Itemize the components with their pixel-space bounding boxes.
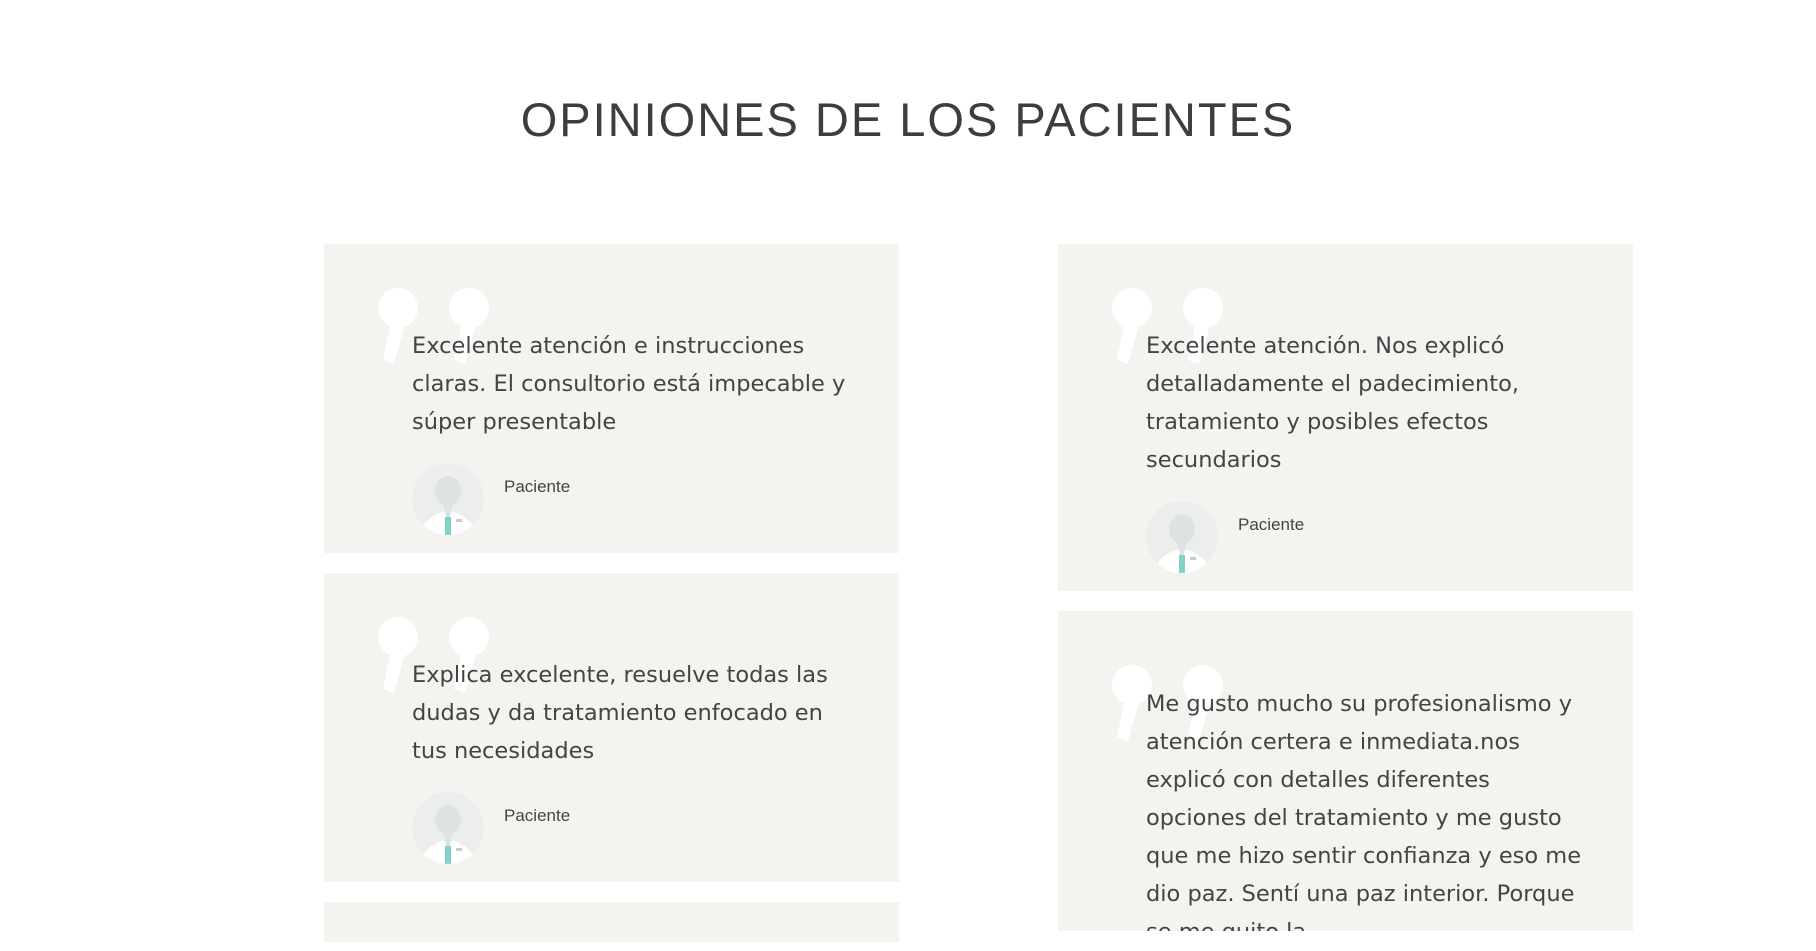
testimonial-card: Excelente atención e instrucciones clara… — [324, 244, 899, 553]
testimonial-card: Excelente atención. Nos explicó detallad… — [1058, 244, 1633, 591]
testimonial-author-name: Paciente — [504, 477, 571, 496]
testimonial-author: Paciente — [412, 463, 851, 535]
testimonials-column-left: Excelente atención e instrucciones clara… — [324, 244, 899, 942]
testimonial-text: Excelente atención e instrucciones clara… — [412, 333, 846, 435]
testimonial-text: Excelente atención. Nos explicó detallad… — [1146, 333, 1520, 473]
doctor-avatar — [1146, 501, 1218, 573]
testimonial-author-name: Paciente — [1238, 515, 1305, 534]
testimonial-card: Explica excelente, resuelve todas las du… — [324, 573, 899, 882]
testimonials-column-right: Excelente atención. Nos explicó detallad… — [1058, 244, 1633, 951]
testimonial-author-name: Paciente — [504, 806, 571, 825]
section-title: OPINIONES DE LOS PACIENTES — [520, 93, 1296, 146]
testimonial-card: Me gusto mucho su profesionalismo y aten… — [1058, 611, 1633, 931]
testimonial-text: Me gusto mucho su profesionalismo y aten… — [1146, 691, 1582, 931]
testimonial-text: Explica excelente, resuelve todas las du… — [412, 662, 828, 764]
doctor-avatar — [412, 463, 484, 535]
testimonial-author: Paciente — [412, 792, 851, 864]
testimonial-author: Paciente — [1146, 501, 1585, 573]
testimonial-card — [324, 902, 899, 942]
doctor-avatar — [412, 792, 484, 864]
